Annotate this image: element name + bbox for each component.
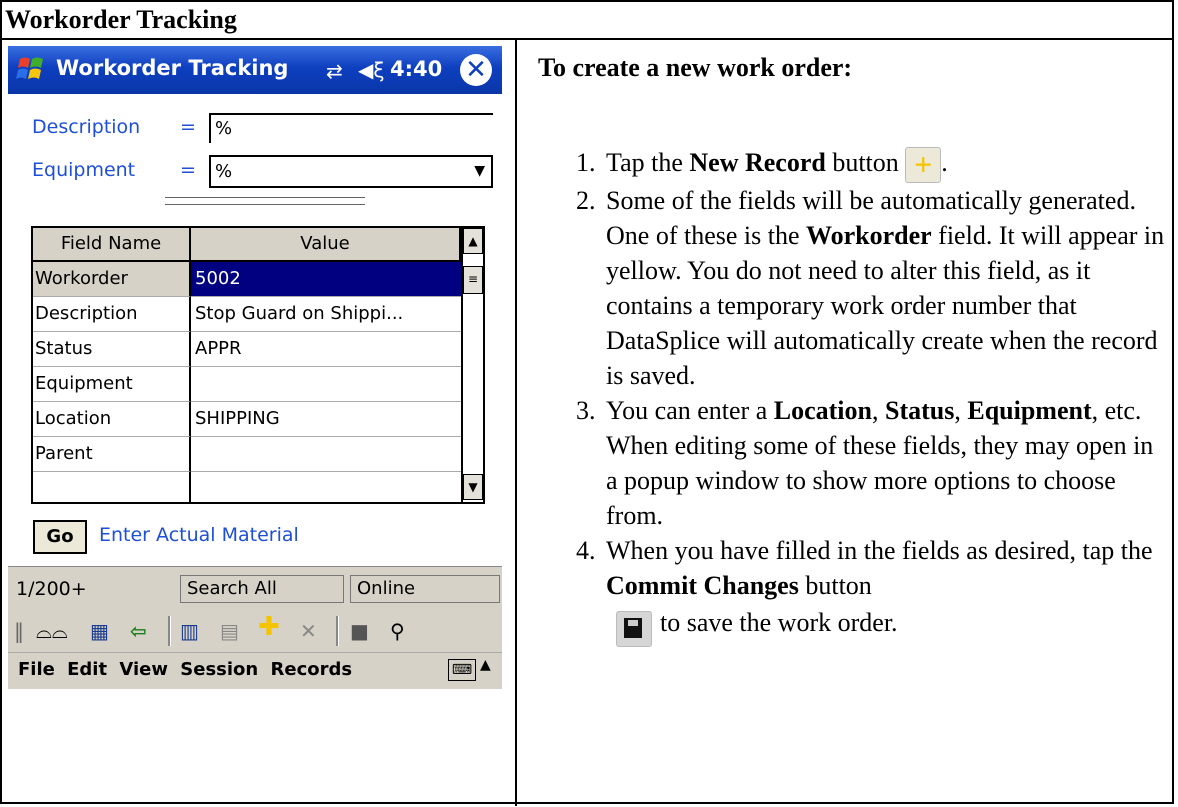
header-field-name[interactable]: Field Name xyxy=(33,228,191,262)
step-text: Tap the xyxy=(606,148,690,177)
table-row[interactable]: Location SHIPPING xyxy=(33,402,461,437)
windows-start-icon[interactable] xyxy=(16,55,48,85)
instructions-heading: To create a new work order: xyxy=(538,53,853,82)
volume-icon[interactable]: ◀ξ xyxy=(358,58,385,82)
table-row[interactable]: Parent xyxy=(33,437,461,472)
equipment-filter-value: % xyxy=(215,161,233,182)
record-count: 1/200+ xyxy=(16,578,87,600)
step-text: button xyxy=(825,148,899,177)
field-name-cell: Equipment xyxy=(33,367,191,402)
table-row[interactable]: Equipment xyxy=(33,367,461,402)
new-record-plus-icon[interactable]: ✚ xyxy=(258,614,280,640)
equipment-filter-select[interactable]: % ▼ xyxy=(209,155,493,188)
field-name-cell: Parent xyxy=(33,437,191,472)
table-row[interactable]: Status APPR xyxy=(33,332,461,367)
go-button[interactable]: Go xyxy=(33,520,87,554)
list-detail-icon[interactable]: ▥ xyxy=(180,618,199,644)
search-scope[interactable]: Search All xyxy=(180,575,344,603)
app-title: Workorder Tracking xyxy=(56,56,289,80)
step-bold: Workorder xyxy=(806,221,932,251)
grid-scrollbar[interactable]: ▲ ≡ ▼ xyxy=(461,228,483,502)
title-bar: Workorder Tracking ⇄ ◀ξ 4:40 ✕ xyxy=(8,46,502,94)
field-name-cell xyxy=(33,472,191,502)
steps-list: Tap the New Record button +. Some of the… xyxy=(538,145,1168,648)
field-value-cell[interactable]: Stop Guard on Shippi... xyxy=(191,297,461,332)
keyboard-icon[interactable]: ⌨ xyxy=(448,659,476,681)
table-row[interactable]: Workorder 5002 xyxy=(33,262,461,297)
field-value-cell[interactable] xyxy=(191,367,461,402)
instructions: To create a new work order: Tap the New … xyxy=(538,50,1168,648)
back-arrow-icon[interactable]: ⇦ xyxy=(130,618,147,644)
clock[interactable]: 4:40 xyxy=(390,57,442,81)
field-name-cell: Status xyxy=(33,332,191,367)
field-value-cell[interactable]: SHIPPING xyxy=(191,402,461,437)
document-title: Workorder Tracking xyxy=(2,2,1172,40)
connectivity-icon[interactable]: ⇄ xyxy=(326,59,343,83)
menu-edit[interactable]: Edit xyxy=(67,659,107,680)
table-icon[interactable]: ▦ xyxy=(90,618,109,644)
search-icon[interactable]: ⚲ xyxy=(390,618,405,644)
toolbar: ‖ ⌓⌓ ▦ ⇦ ▥ ▤ ✚ ✕ ■ ⚲ xyxy=(8,610,502,652)
save-icon[interactable]: ■ xyxy=(350,618,369,644)
field-value-cell[interactable]: APPR xyxy=(191,332,461,367)
step-text: , xyxy=(872,396,885,426)
menu-bar: File Edit View Session Records ⌨ ▲ xyxy=(8,652,502,689)
header-value[interactable]: Value xyxy=(191,228,461,262)
menu-view[interactable]: View xyxy=(119,659,168,680)
scroll-up-icon[interactable]: ▲ xyxy=(463,228,483,254)
new-record-plus-icon: + xyxy=(905,147,942,184)
column-divider xyxy=(515,40,517,806)
view-icon[interactable]: ⌓⌓ xyxy=(36,618,68,644)
step-item: Tap the New Record button +. xyxy=(602,145,1168,184)
chevron-down-icon[interactable]: ▼ xyxy=(474,157,485,186)
action-link[interactable]: Enter Actual Material xyxy=(99,524,299,546)
menu-records[interactable]: Records xyxy=(271,659,353,680)
chevron-up-icon[interactable]: ▲ xyxy=(480,657,491,673)
grip-icon[interactable]: ‖ xyxy=(14,618,24,644)
equipment-operator: = xyxy=(180,159,196,181)
step-text: . xyxy=(941,148,948,177)
step-item: You can enter a Location, Status, Equipm… xyxy=(602,393,1168,533)
toolbar-separator xyxy=(336,616,339,646)
splitter-handle[interactable] xyxy=(165,197,365,205)
scroll-thumb[interactable]: ≡ xyxy=(463,266,483,294)
description-operator: = xyxy=(180,116,196,138)
field-name-cell: Description xyxy=(33,297,191,332)
field-value-cell xyxy=(191,472,461,502)
pocketpc-screenshot: Workorder Tracking ⇄ ◀ξ 4:40 ✕ Descripti… xyxy=(8,46,502,689)
step-text: button xyxy=(798,571,872,601)
step-text: When you have filled in the fields as de… xyxy=(606,536,1153,566)
table-row xyxy=(33,472,461,502)
field-name-cell: Workorder xyxy=(33,262,191,297)
step-item: When you have filled in the fields as de… xyxy=(602,533,1168,648)
menu-session[interactable]: Session xyxy=(180,659,258,680)
save-icon xyxy=(616,611,652,648)
field-name-cell: Location xyxy=(33,402,191,437)
step-bold: Location xyxy=(773,396,872,426)
step-bold: New Record xyxy=(689,148,826,177)
field-value-cell[interactable] xyxy=(191,437,461,472)
table-row[interactable]: Description Stop Guard on Shippi... xyxy=(33,297,461,332)
toolbar-separator xyxy=(168,616,171,646)
status-bar: 1/200+ Search All Online xyxy=(8,566,502,611)
step-text: You can enter a xyxy=(606,396,774,426)
step-text: to save the work order. xyxy=(660,608,898,637)
delete-icon[interactable]: ✕ xyxy=(300,618,317,644)
form-icon[interactable]: ▤ xyxy=(220,618,239,644)
description-filter-input[interactable]: % xyxy=(209,113,493,143)
menu-file[interactable]: File xyxy=(18,659,55,680)
connection-mode[interactable]: Online xyxy=(350,575,500,603)
step-item: Some of the fields will be automatically… xyxy=(602,183,1168,393)
step-text: , xyxy=(954,396,968,426)
step-bold: Commit Changes xyxy=(606,571,799,601)
description-label: Description xyxy=(32,116,141,138)
step-bold: Equipment xyxy=(967,396,1092,426)
document-table: Workorder Tracking Workorder Tracking ⇄ … xyxy=(0,0,1174,806)
scroll-down-icon[interactable]: ▼ xyxy=(463,474,483,500)
step-bold: Status xyxy=(885,396,955,426)
equipment-label: Equipment xyxy=(32,159,136,181)
field-value-cell[interactable]: 5002 xyxy=(191,262,461,297)
close-icon[interactable]: ✕ xyxy=(460,54,492,86)
record-grid: Field Name Value Workorder 5002 Descript… xyxy=(31,226,485,504)
